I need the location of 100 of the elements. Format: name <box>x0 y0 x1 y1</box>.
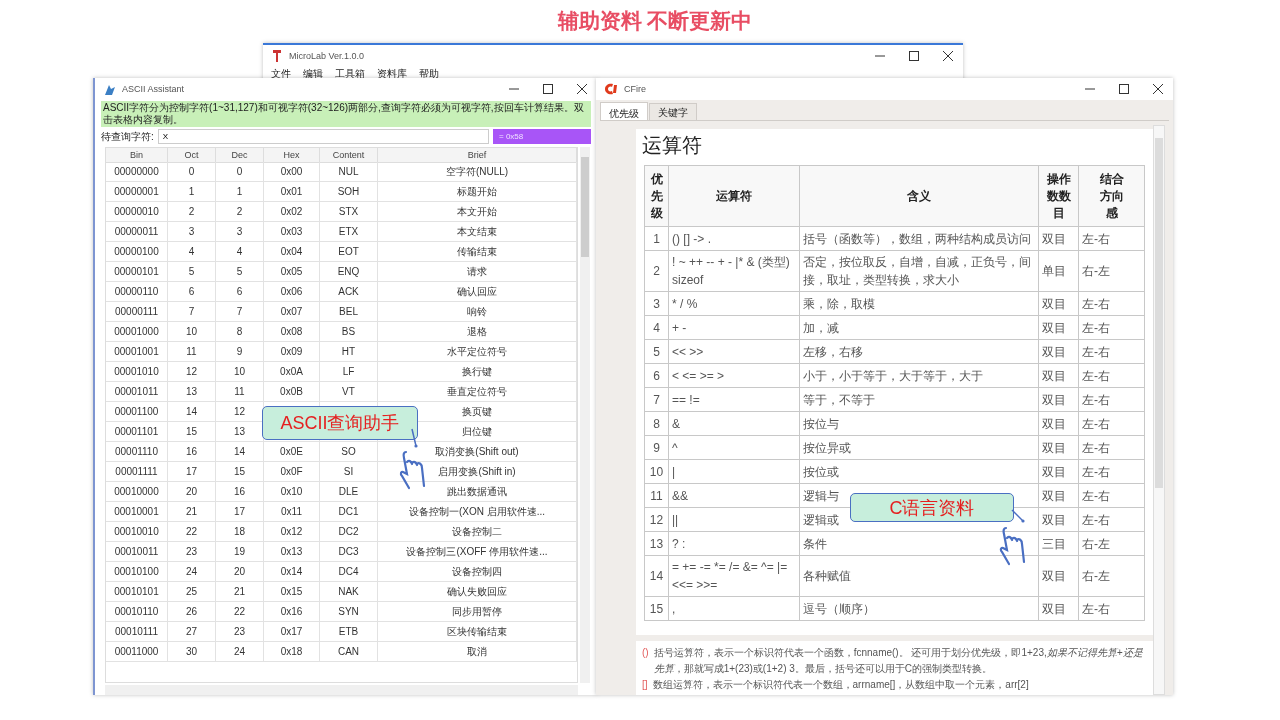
menu-item[interactable]: 工具箱 <box>335 67 365 81</box>
table-cell: 24 <box>168 562 216 582</box>
table-cell: 10 <box>168 322 216 342</box>
table-cell: 双目 <box>1038 507 1079 532</box>
table-cell: 0x16 <box>264 602 320 622</box>
query-field[interactable]: X <box>157 129 489 144</box>
table-cell: 0x0A <box>264 362 320 382</box>
table-cell: SI <box>320 462 378 482</box>
table-cell: 3 <box>216 222 264 242</box>
table-cell: 左-右 <box>1078 596 1145 621</box>
table-cell: VT <box>320 382 378 402</box>
menu-item[interactable]: 帮助 <box>419 67 439 81</box>
table-cell: 区块传输结束 <box>378 622 577 642</box>
table-cell: < <= >= > <box>668 363 800 388</box>
table-cell: 设备控制二 <box>378 522 577 542</box>
table-cell: 1 <box>216 182 264 202</box>
table-cell: ACK <box>320 282 378 302</box>
maximize-icon[interactable] <box>1119 84 1129 94</box>
result-field: = 0x58 <box>493 129 591 144</box>
table-cell: 水平定位符号 <box>378 342 577 362</box>
note-mark: [] <box>642 678 648 692</box>
table-cell: 取消 <box>378 642 577 662</box>
table-cell: 14 <box>644 555 669 597</box>
column-header[interactable]: Hex <box>264 148 320 163</box>
table-cell: 垂直定位符号 <box>378 382 577 402</box>
table-cell: 左-右 <box>1078 226 1145 251</box>
column-header: 操作数数目 <box>1038 165 1079 227</box>
table-cell: 6 <box>216 282 264 302</box>
table-cell: 0x12 <box>264 522 320 542</box>
table-cell: BEL <box>320 302 378 322</box>
table-cell: 确认回应 <box>378 282 577 302</box>
table-cell: 6 <box>644 363 669 388</box>
close-icon[interactable] <box>577 84 587 94</box>
table-cell: 按位与 <box>799 411 1039 436</box>
table-cell: 4 <box>644 315 669 340</box>
tab[interactable]: 优先级 <box>600 102 648 120</box>
table-cell: 1 <box>168 182 216 202</box>
table-cell: 0x0B <box>264 382 320 402</box>
query-label: 待查询字符: <box>101 129 154 144</box>
table-cell: 16 <box>168 442 216 462</box>
table-cell: 00010100 <box>106 562 168 582</box>
maximize-icon[interactable] <box>909 51 919 61</box>
table-cell: ETB <box>320 622 378 642</box>
table-cell: 00001110 <box>106 442 168 462</box>
table-cell: 2 <box>216 202 264 222</box>
table-cell: 13 <box>644 531 669 556</box>
menu-item[interactable]: 文件 <box>271 67 291 81</box>
table-cell: * / % <box>668 291 800 316</box>
table-cell: 12 <box>644 507 669 532</box>
scrollbar[interactable] <box>580 147 590 683</box>
column-header[interactable]: Brief <box>378 148 577 163</box>
table-cell: 单目 <box>1038 250 1079 292</box>
menu-item[interactable]: 编辑 <box>303 67 323 81</box>
table-cell: 4 <box>216 242 264 262</box>
table-cell: 2 <box>644 250 669 292</box>
table-cell: SO <box>320 442 378 462</box>
table-cell: 20 <box>216 562 264 582</box>
table-cell: 左-右 <box>1078 315 1145 340</box>
maximize-icon[interactable] <box>543 84 553 94</box>
callout: C语言资料 <box>850 493 1014 522</box>
table-cell: 0x11 <box>264 502 320 522</box>
close-icon[interactable] <box>1153 84 1163 94</box>
table-cell: 00010001 <box>106 502 168 522</box>
column-header[interactable]: Content <box>320 148 378 163</box>
table-cell: 24 <box>216 642 264 662</box>
menu-item[interactable]: 资料库 <box>377 67 407 81</box>
column-header: 优先级 <box>644 165 669 227</box>
table-cell: 8 <box>216 322 264 342</box>
table-cell: 乘，除，取模 <box>799 291 1039 316</box>
table-cell: 00000100 <box>106 242 168 262</box>
table-cell: 双目 <box>1038 339 1079 364</box>
table-cell: DLE <box>320 482 378 502</box>
table-cell: 22 <box>216 602 264 622</box>
table-cell: 双目 <box>1038 291 1079 316</box>
close-icon[interactable] <box>943 51 953 61</box>
column-header[interactable]: Oct <box>168 148 216 163</box>
table-cell: 1 <box>644 226 669 251</box>
tab[interactable]: 关键字 <box>649 103 697 120</box>
table-cell: 18 <box>216 522 264 542</box>
flame-icon <box>604 83 618 95</box>
table-cell: 00001000 <box>106 322 168 342</box>
scrollbar[interactable] <box>1153 125 1165 695</box>
scrollbar[interactable] <box>105 685 578 695</box>
column-header[interactable]: Dec <box>216 148 264 163</box>
table-cell: 右-左 <box>1078 555 1145 597</box>
table-cell: 27 <box>168 622 216 642</box>
column-header[interactable]: Bin <box>106 148 168 163</box>
table-cell: ! ~ ++ -- + - |* & (类型) sizeof <box>668 250 800 292</box>
table-cell: DC4 <box>320 562 378 582</box>
table-cell: 5 <box>216 262 264 282</box>
table-cell: 00001010 <box>106 362 168 382</box>
table-cell: 00000000 <box>106 162 168 182</box>
table-cell: 左-右 <box>1078 291 1145 316</box>
window-title: MicroLab Ver.1.0.0 <box>289 51 365 61</box>
table-cell: 传输结束 <box>378 242 577 262</box>
table-cell: 30 <box>168 642 216 662</box>
table-cell: & <box>668 411 800 436</box>
table-cell: 00001101 <box>106 422 168 442</box>
table-cell: 2 <box>168 202 216 222</box>
table-cell: NUL <box>320 162 378 182</box>
